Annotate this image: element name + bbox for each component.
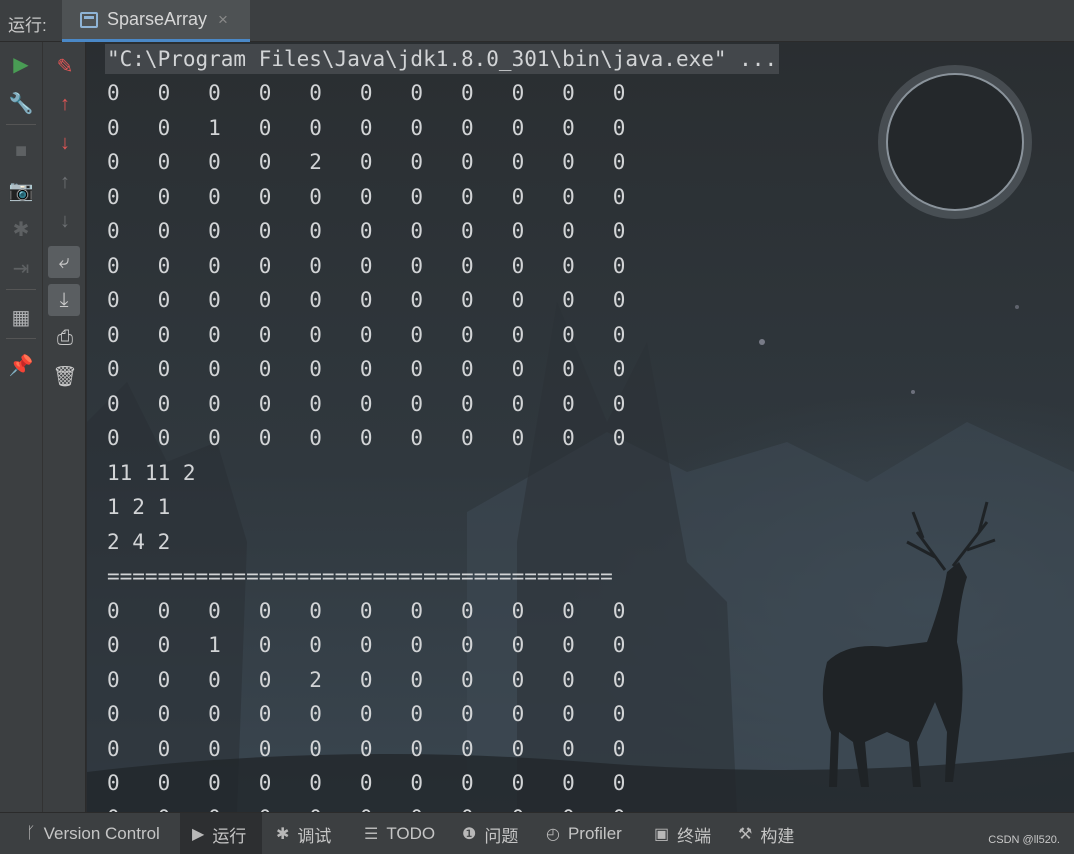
watermark: CSDN @ll520. xyxy=(988,834,1060,846)
arrow-down-red-icon[interactable]: ↓ xyxy=(51,129,79,157)
terminal-tab[interactable]: ▣ 终端 xyxy=(642,813,724,854)
clear-edit-icon[interactable]: ✎ xyxy=(51,52,79,80)
console-line: 11 11 2 xyxy=(107,460,196,485)
arrow-up-red-icon[interactable]: ↑ xyxy=(51,90,79,118)
debug-bug-icon[interactable]: ✱ xyxy=(7,215,35,243)
run-tool-window-header: 运行: SparseArray × xyxy=(0,0,1074,42)
console-line: 0 0 0 0 0 0 0 0 0 0 0 xyxy=(107,736,626,761)
scroll-to-end-icon[interactable]: ⤓ xyxy=(48,284,80,316)
toolbar-separator xyxy=(6,338,36,339)
todo-tab[interactable]: ☰ TODO xyxy=(352,813,448,854)
console-line: 0 0 0 0 0 0 0 0 0 0 0 xyxy=(107,288,626,312)
tab-label: SparseArray xyxy=(107,9,208,29)
console-line: 0 0 0 0 0 0 0 0 0 0 0 xyxy=(107,253,626,278)
console-line: ======================================== xyxy=(107,564,613,588)
console-line: 0 0 1 0 0 0 0 0 0 0 0 xyxy=(107,115,626,140)
console-line: 0 0 0 0 0 0 0 0 0 0 0 xyxy=(107,391,626,416)
version-control-tab-label: Version Control xyxy=(43,824,160,843)
build-tab-label: 构建 xyxy=(760,826,795,846)
arrow-up-icon[interactable]: ↑ xyxy=(51,168,79,196)
console-line: 0 0 0 0 0 0 0 0 0 0 0 xyxy=(107,219,626,243)
console-line: 1 2 1 xyxy=(107,495,171,519)
terminal-icon: ▣ xyxy=(654,826,670,843)
moon-icon xyxy=(886,73,1024,211)
problems-tab[interactable]: ❶ 问题 xyxy=(450,813,532,854)
console-line: 0 0 1 0 0 0 0 0 0 0 0 xyxy=(107,633,626,657)
console-line: 0 0 0 0 0 0 0 0 0 0 0 xyxy=(107,184,626,209)
branch-icon: ᚴ xyxy=(26,825,36,842)
terminal-tab-label: 终端 xyxy=(677,826,712,846)
stop-icon[interactable]: ■ xyxy=(7,137,35,165)
run-tab-label: 运行 xyxy=(212,826,247,846)
console-line: 0 0 0 0 0 0 0 0 0 0 0 xyxy=(107,598,626,623)
console-line: 0 0 0 0 2 0 0 0 0 0 0 xyxy=(107,667,626,692)
run-icon: ▶ xyxy=(192,826,205,843)
version-control-tab[interactable]: ᚴ Version Control xyxy=(14,813,176,854)
console-line: 0 0 0 0 0 0 0 0 0 0 0 xyxy=(107,81,626,105)
pin-icon[interactable]: 📌 xyxy=(7,351,35,379)
print-icon[interactable]: ⎙ xyxy=(51,324,79,352)
console-line: 0 0 0 0 0 0 0 0 0 0 0 xyxy=(107,357,626,381)
run-icon[interactable]: ▶ xyxy=(7,50,35,78)
hammer-icon: ⚒ xyxy=(738,826,753,843)
toolbar-separator xyxy=(6,124,36,125)
todo-tab-label: TODO xyxy=(386,824,436,843)
console-line: 0 0 0 0 0 0 0 0 0 0 0 xyxy=(107,702,626,726)
bottom-tool-window-bar: ⚒ 构建 ▣ 终端 ◴ Profiler ❶ 问题 ☰ TODO ✱ 调试 ▶ 运行 ᚴ Version Co… xyxy=(0,812,1074,854)
debug-tab[interactable]: ✱ 调试 xyxy=(264,813,350,854)
info-icon: ❶ xyxy=(462,826,477,843)
console-line: 0 0 0 0 2 0 0 0 0 0 0 xyxy=(107,150,626,174)
console-line: 0 0 0 0 0 0 0 0 0 0 0 xyxy=(107,426,626,450)
console-line: 0 0 0 0 0 0 0 0 0 0 0 xyxy=(107,322,626,347)
debug-tab-label: 调试 xyxy=(297,826,332,846)
console-actions-toolbar: ✎ ↑ ↓ ↑ ↓ ⤶ ⤓ ⎙ 🗑 xyxy=(43,42,86,812)
profiler-icon: ◴ xyxy=(546,826,560,843)
run-label: 运行: xyxy=(8,16,47,35)
profiler-tab[interactable]: ◴ Profiler xyxy=(534,813,640,854)
application-icon xyxy=(80,11,98,28)
soft-wrap-icon[interactable]: ⤶ xyxy=(48,246,80,278)
console-command-line: "C:\Program Files\Java\jdk1.8.0_301\bin\… xyxy=(105,44,780,74)
list-icon: ☰ xyxy=(364,826,379,843)
layout-icon[interactable]: ▦ xyxy=(7,303,35,331)
tab-sparse-array[interactable]: SparseArray × xyxy=(62,0,250,42)
trash-icon[interactable]: 🗑 xyxy=(51,362,79,390)
console-output[interactable]: "C:\Program Files\Java\jdk1.8.0_301\bin\… xyxy=(87,42,1074,812)
console-line: 0 0 0 0 0 0 0 0 0 0 0 xyxy=(107,771,626,795)
profiler-tab-label: Profiler xyxy=(567,824,622,843)
build-tab[interactable]: ⚒ 构建 xyxy=(726,813,806,854)
close-icon[interactable]: × xyxy=(218,10,228,30)
exit-icon[interactable]: ⇥ xyxy=(7,254,35,282)
run-tab[interactable]: ▶ 运行 xyxy=(180,813,262,854)
console-line: 2 4 2 xyxy=(107,529,171,554)
camera-icon[interactable]: 📷 xyxy=(7,176,35,204)
console-line: 0 0 0 0 0 0 0 0 0 0 0 xyxy=(107,803,625,813)
problems-tab-label: 问题 xyxy=(484,826,519,846)
arrow-down-icon[interactable]: ↓ xyxy=(51,207,79,235)
toolbar-separator xyxy=(6,289,36,290)
bug-icon: ✱ xyxy=(276,826,290,843)
run-actions-toolbar: ▶ 🔧 ■ 📷 ✱ ⇥ ▦ 📌 xyxy=(0,42,43,812)
wrench-icon[interactable]: 🔧 xyxy=(7,89,35,117)
